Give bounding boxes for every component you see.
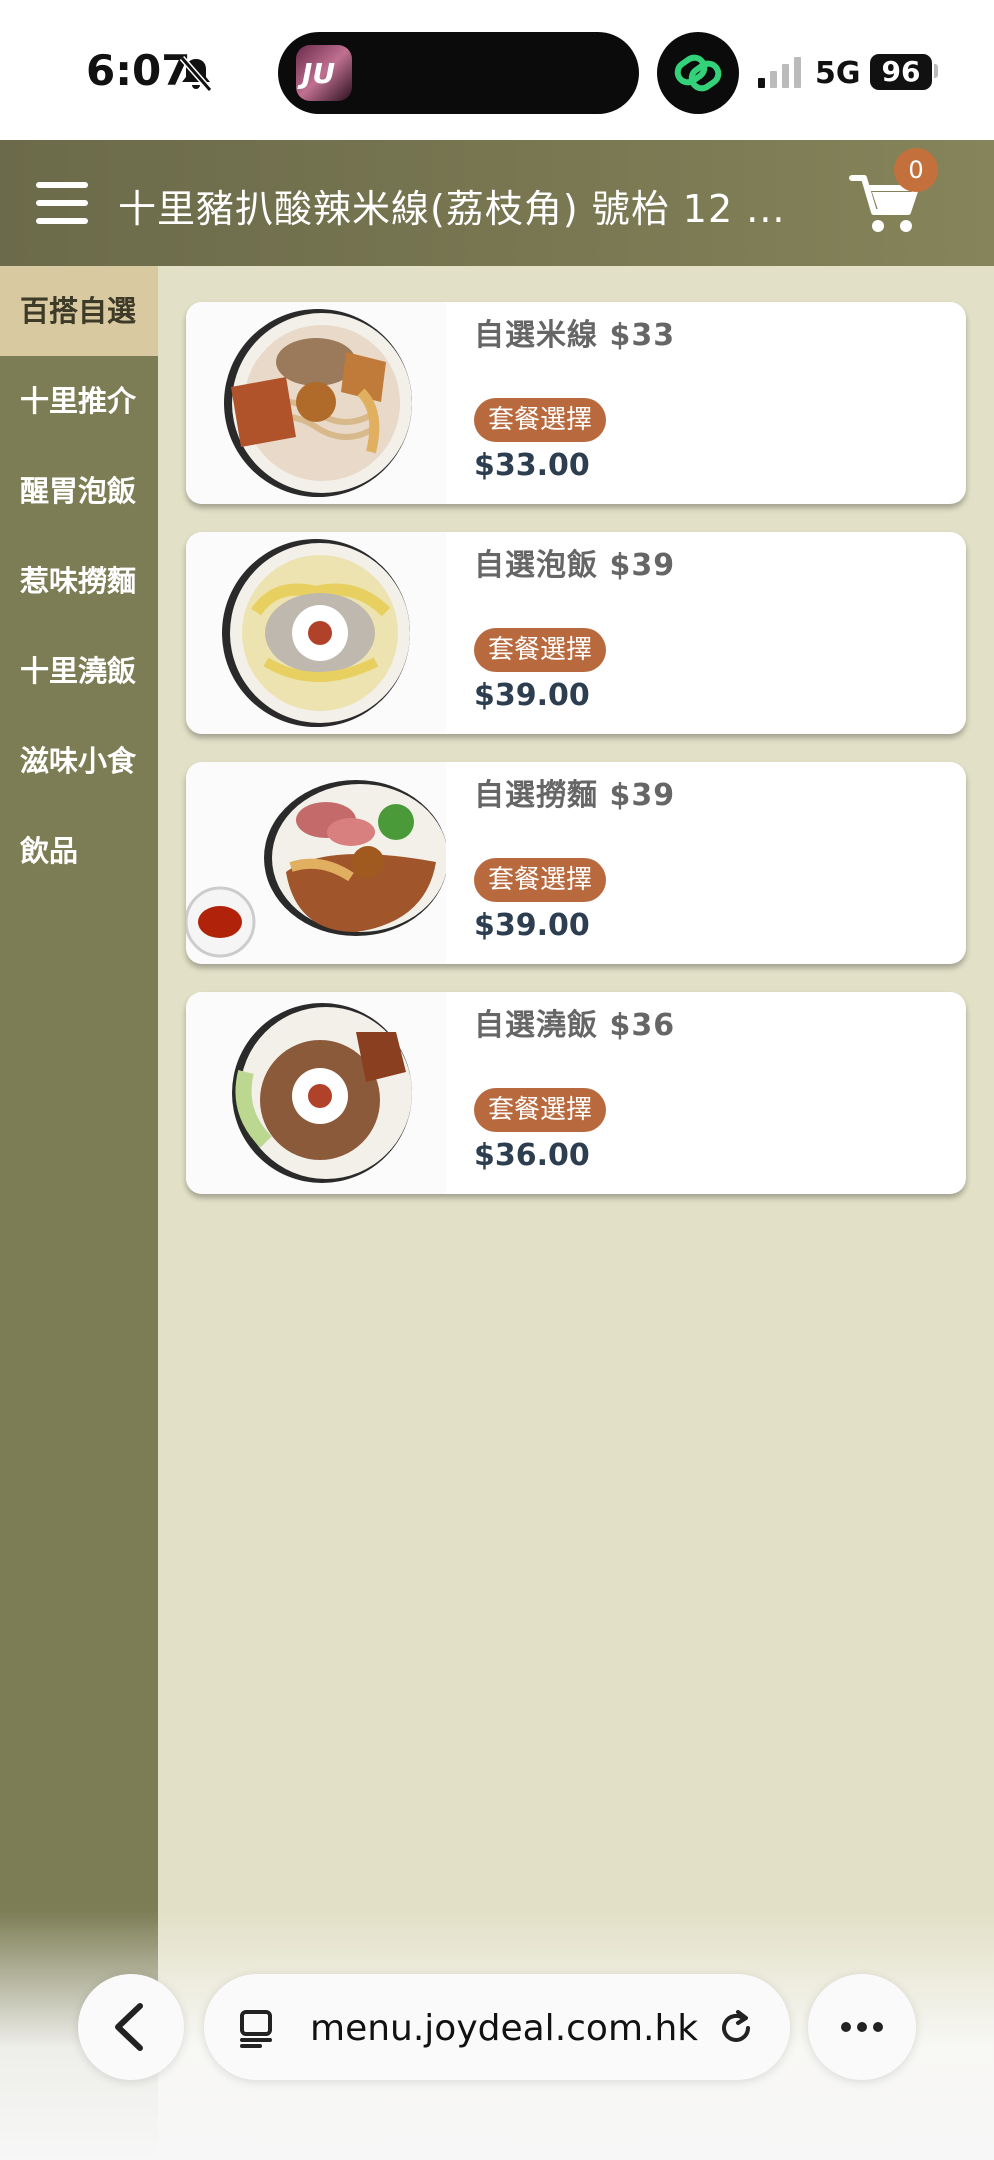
topped-rice-bowl-image bbox=[186, 992, 446, 1194]
set-option-button[interactable]: 套餐選擇 bbox=[474, 628, 607, 672]
ellipsis-icon bbox=[841, 2022, 883, 2032]
set-option-button[interactable]: 套餐選擇 bbox=[474, 858, 607, 902]
battery-level: 96 bbox=[870, 54, 932, 90]
network-type: 5G bbox=[815, 56, 861, 91]
item-name: 自選澆飯 $36 bbox=[474, 1008, 676, 1043]
item-price: $39.00 bbox=[474, 678, 590, 713]
page-settings-icon[interactable] bbox=[238, 2008, 278, 2048]
app-header: 十里豬扒酸辣米線(荔枝角) 號枱 12 ... bbox=[0, 140, 994, 266]
hamburger-menu-icon[interactable] bbox=[32, 176, 92, 230]
cellular-signal-icon bbox=[758, 57, 801, 88]
category-item-4[interactable]: 十里澆飯 bbox=[0, 626, 158, 716]
app-activity-icon: JU bbox=[296, 45, 352, 101]
category-sidebar: 百搭自選 十里推介 醒胃泡飯 惹味撈麵 十里澆飯 滋味小食 飲品 bbox=[0, 266, 158, 2160]
set-option-button[interactable]: 套餐選擇 bbox=[474, 1088, 607, 1132]
category-item-1[interactable]: 十里推介 bbox=[0, 356, 158, 446]
browser-back-button[interactable] bbox=[78, 1974, 184, 2080]
url-text[interactable]: menu.joydeal.com.hk bbox=[310, 2008, 698, 2049]
chevron-left-icon bbox=[115, 2003, 143, 2051]
status-bar: 6:07 JU 5G 96 bbox=[0, 0, 994, 140]
store-title: 十里豬扒酸辣米線(荔枝角) 號枱 12 ... bbox=[118, 187, 786, 231]
reload-icon[interactable] bbox=[714, 2006, 758, 2050]
menu-item-list: 自選米線 $33 套餐選擇 $33.00 自選泡飯 $39 套餐選擇 $39.0… bbox=[158, 266, 994, 2160]
set-option-button[interactable]: 套餐選擇 bbox=[474, 398, 607, 442]
status-time: 6:07 bbox=[86, 46, 191, 95]
category-item-6[interactable]: 飲品 bbox=[0, 806, 158, 896]
item-name: 自選米線 $33 bbox=[474, 318, 676, 353]
soup-rice-bowl-image bbox=[186, 532, 446, 734]
category-item-0[interactable]: 百搭自選 bbox=[0, 266, 158, 356]
cart-count-badge: 0 bbox=[894, 148, 938, 192]
menu-item-card[interactable]: 自選泡飯 $39 套餐選擇 $39.00 bbox=[186, 532, 966, 734]
dynamic-island: JU bbox=[278, 32, 639, 114]
link-activity-indicator bbox=[657, 32, 739, 114]
rice-noodle-bowl-image bbox=[186, 302, 446, 504]
menu-item-card[interactable]: 自選撈麵 $39 套餐選擇 $39.00 bbox=[186, 762, 966, 964]
item-price: $33.00 bbox=[474, 448, 590, 483]
item-price: $36.00 bbox=[474, 1138, 590, 1173]
category-item-2[interactable]: 醒胃泡飯 bbox=[0, 446, 158, 536]
item-name: 自選泡飯 $39 bbox=[474, 548, 676, 583]
category-item-5[interactable]: 滋味小食 bbox=[0, 716, 158, 806]
menu-item-card[interactable]: 自選澆飯 $36 套餐選擇 $36.00 bbox=[186, 992, 966, 1194]
more-options-button[interactable] bbox=[808, 1974, 916, 2080]
link-icon bbox=[674, 54, 722, 92]
item-name: 自選撈麵 $39 bbox=[474, 778, 676, 813]
address-bar[interactable]: menu.joydeal.com.hk bbox=[204, 1974, 790, 2080]
battery-tip bbox=[934, 64, 938, 78]
item-price: $39.00 bbox=[474, 908, 590, 943]
menu-item-card[interactable]: 自選米線 $33 套餐選擇 $33.00 bbox=[186, 302, 966, 504]
bell-off-icon bbox=[179, 56, 213, 92]
tossed-noodle-bowl-image bbox=[186, 762, 446, 964]
category-item-3[interactable]: 惹味撈麵 bbox=[0, 536, 158, 626]
